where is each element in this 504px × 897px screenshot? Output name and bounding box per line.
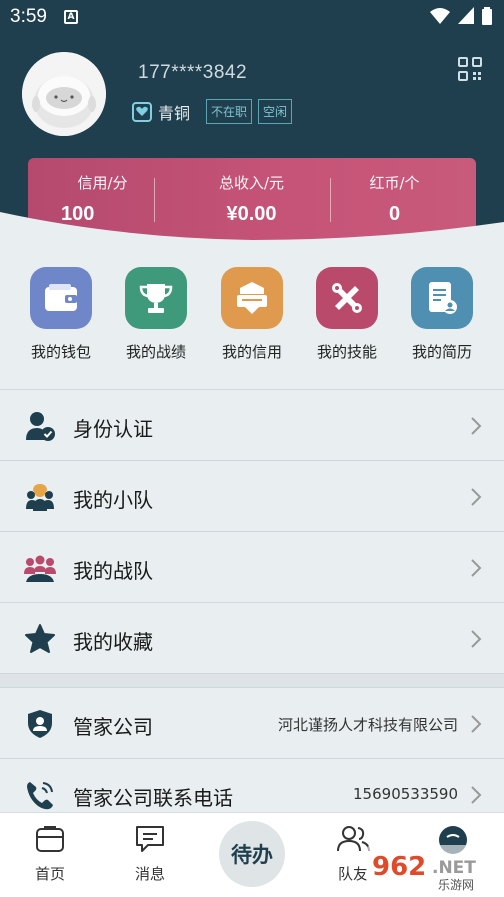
list-item-label: 管家公司: [73, 715, 153, 739]
user-verified-icon: [26, 412, 55, 441]
list-item-team[interactable]: 我的战队: [0, 531, 504, 602]
company-name-value: 河北谨扬人才科技有限公司: [277, 716, 458, 734]
nav-label: 首页: [34, 865, 65, 883]
phone-number: 177****3842: [138, 62, 248, 83]
resume-icon: [411, 267, 473, 329]
chevron-right-icon: [471, 417, 482, 435]
list-item-squad[interactable]: 我的小队: [0, 460, 504, 531]
watermark-subtitle: 乐游网: [438, 878, 474, 892]
list-item-label: 我的小队: [73, 488, 153, 512]
quick-skills[interactable]: 我的技能: [302, 267, 392, 362]
quick-resume[interactable]: 我的简历: [397, 267, 487, 362]
trophy-icon: [125, 267, 187, 329]
list-item-label: 身份认证: [73, 417, 153, 441]
header-wave: [0, 212, 504, 252]
menu-list: 身份认证 我的小队 我的战队 我的收藏 管家公司 河北谨扬人才科技有限公司 管家…: [0, 389, 504, 829]
watermark-suffix: .NET: [432, 858, 476, 878]
chevron-right-icon: [471, 488, 482, 506]
quick-label: 我的信用: [221, 343, 282, 361]
avatar[interactable]: [22, 52, 106, 136]
home-icon: [36, 826, 64, 852]
message-icon: [136, 826, 164, 852]
quick-record[interactable]: 我的战绩: [111, 267, 201, 362]
status-time: 3:59: [10, 6, 47, 27]
chevron-right-icon: [471, 630, 482, 648]
shield-user-icon: [28, 710, 52, 738]
watermark-brand: 962: [372, 852, 426, 882]
chevron-right-icon: [471, 559, 482, 577]
status-icons: [430, 7, 492, 25]
squad-icon: [26, 484, 54, 511]
quick-label: 我的战绩: [125, 343, 186, 361]
heart-badge-icon: [132, 101, 152, 122]
qr-code-icon[interactable]: [458, 57, 482, 81]
chevron-right-icon: [471, 715, 482, 733]
list-item-identity[interactable]: 身份认证: [0, 389, 504, 460]
level-label: 青铜: [158, 103, 191, 123]
tools-icon: [316, 267, 378, 329]
nav-todo-button[interactable]: 待办: [219, 821, 285, 887]
list-item-label: 我的战队: [73, 559, 153, 583]
quick-wallet[interactable]: 我的钱包: [16, 267, 106, 362]
nav-home[interactable]: 首页: [15, 825, 85, 884]
level-row: 青铜 不在职 空闲: [132, 99, 293, 124]
company-phone-value: 15690533590: [353, 785, 458, 803]
profile-header: 3:59 A 177****3842 青铜 不在职 空闲 信用/分 100 总收…: [0, 0, 504, 240]
list-item-company[interactable]: 管家公司 河北谨扬人才科技有限公司: [0, 687, 504, 758]
chevron-right-icon: [471, 786, 482, 804]
availability-badge: 空闲: [258, 99, 293, 124]
nav-label: 消息: [134, 865, 165, 883]
credit-icon: [221, 267, 283, 329]
stat-label: 总收入/元: [218, 174, 285, 192]
list-item-label: 管家公司联系电话: [73, 786, 233, 810]
team-icon: [24, 555, 56, 582]
robot-avatar-icon: [22, 52, 106, 136]
wifi-icon: [430, 8, 450, 24]
quick-label: 我的技能: [316, 343, 377, 361]
quick-credit[interactable]: 我的信用: [207, 267, 297, 362]
phone-icon: [27, 782, 53, 810]
status-bar: 3:59 A: [0, 0, 504, 36]
quick-menu: 我的钱包 我的战绩 我的信用 我的技能 我的简历: [0, 262, 504, 372]
job-status-badge: 不在职: [206, 99, 253, 124]
nav-messages[interactable]: 消息: [115, 825, 185, 884]
list-item-label: 我的收藏: [73, 630, 153, 654]
watermark-logo: 962 .NET 乐游网: [366, 845, 500, 893]
stat-label: 红币/个: [369, 174, 420, 192]
notification-icon: A: [64, 10, 78, 24]
star-icon: [25, 624, 55, 653]
section-divider: [0, 673, 504, 687]
battery-icon: [482, 7, 492, 25]
signal-icon: [458, 7, 474, 24]
quick-label: 我的钱包: [30, 343, 91, 361]
wallet-icon: [30, 267, 92, 329]
quick-label: 我的简历: [411, 343, 472, 361]
list-item-favorites[interactable]: 我的收藏: [0, 602, 504, 673]
